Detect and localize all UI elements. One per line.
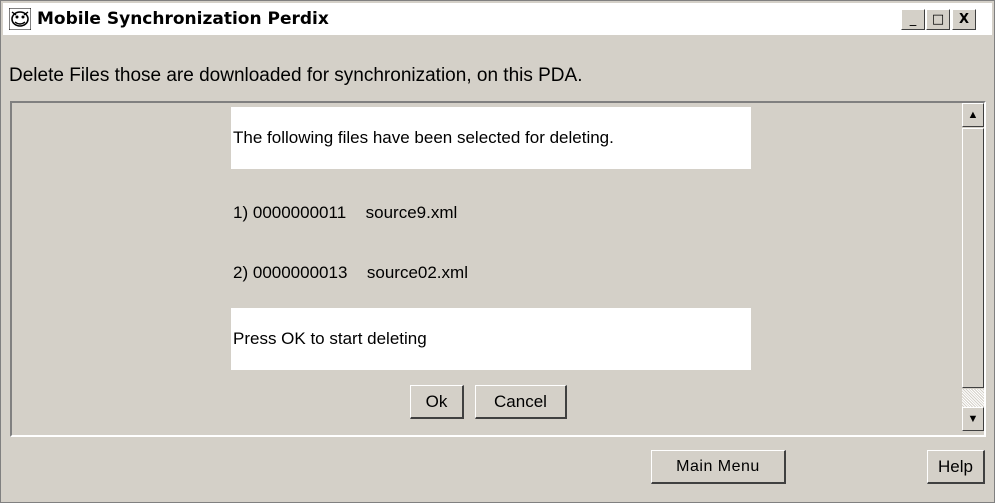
file-id: 0000000013	[252, 263, 348, 282]
minimize-button[interactable]: _	[901, 9, 925, 30]
file-id: 0000000011	[252, 203, 347, 222]
file-name: source9.xml	[365, 203, 458, 222]
app-logo-icon	[9, 8, 31, 30]
file-list-item: 1) 0000000011 source9.xml	[233, 203, 457, 223]
scroll-down-arrow-icon[interactable]: ▼	[962, 407, 984, 431]
scroll-up-arrow-icon[interactable]: ▲	[962, 103, 984, 127]
file-index: 1)	[233, 203, 249, 222]
maximize-button[interactable]: □	[926, 9, 950, 30]
scrollbar-thumb[interactable]	[962, 128, 984, 388]
delete-prompt: Press OK to start deleting	[231, 308, 751, 370]
app-window: Mobile Synchronization Perdix _ □ X Dele…	[0, 0, 995, 503]
title-bar: Mobile Synchronization Perdix _ □ X	[3, 3, 992, 35]
help-button[interactable]: Help	[927, 450, 985, 484]
main-menu-button[interactable]: Main Menu	[651, 450, 786, 484]
file-index: 2)	[233, 263, 249, 282]
scrollbar-track[interactable]	[962, 389, 984, 407]
file-list-item: 2) 0000000013 source02.xml	[233, 263, 468, 283]
page-subtitle: Delete Files those are downloaded for sy…	[9, 65, 583, 86]
ok-button[interactable]: Ok	[410, 385, 464, 419]
vertical-scrollbar[interactable]: ▲ ▼	[962, 103, 984, 435]
selected-files-message: The following files have been selected f…	[231, 107, 751, 169]
close-button[interactable]: X	[952, 9, 976, 30]
content-panel: The following files have been selected f…	[10, 101, 986, 437]
file-name: source02.xml	[366, 263, 468, 282]
window-title: Mobile Synchronization Perdix	[37, 9, 329, 29]
cancel-button[interactable]: Cancel	[475, 385, 567, 419]
